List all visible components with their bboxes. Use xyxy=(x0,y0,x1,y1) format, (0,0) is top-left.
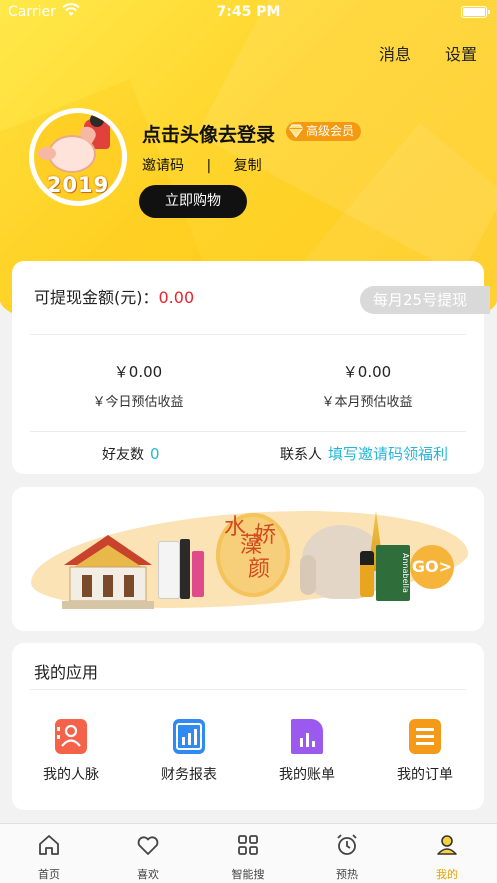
invite-code-row: 邀请码 | 复制 xyxy=(142,155,262,175)
tab-label: 首页 xyxy=(38,868,60,881)
month-estimate: ￥0.00 ￥本月预估收益 xyxy=(267,361,467,410)
avatar-year: 2019 xyxy=(46,173,110,197)
divider xyxy=(30,431,466,432)
tab-label: 预热 xyxy=(336,868,358,881)
temple-illustration xyxy=(62,535,154,609)
vip-badge: 高级会员 xyxy=(286,122,362,141)
promo-banner[interactable]: 水 藻 娇 颜 Annabella GO> xyxy=(12,487,484,631)
invite-separator: | xyxy=(206,158,212,174)
divider xyxy=(30,334,466,335)
settings-link[interactable]: 设置 xyxy=(445,41,477,65)
tab-bar: 首页 喜欢 智能搜 预热 我的 xyxy=(0,823,497,883)
banner-char: 颜 xyxy=(248,557,271,582)
app-label: 财务报表 xyxy=(161,767,217,783)
today-estimate-label: ￥今日预估收益 xyxy=(92,395,184,410)
earnings-card: 可提现金额(元)：0.00 每月25号提现 ￥0.00 ￥今日预估收益 ￥0.0… xyxy=(12,261,490,474)
product-tube xyxy=(192,551,204,597)
app-label: 我的人脉 xyxy=(43,767,99,783)
product-box: Annabella xyxy=(376,545,410,601)
avatar[interactable]: 2019 xyxy=(29,108,127,206)
today-estimate-value: ￥0.00 xyxy=(113,363,163,381)
home-icon xyxy=(39,835,59,855)
my-apps-card: 我的应用 我的人脉 财务报表 我的账单 我的订单 xyxy=(12,643,484,810)
divider xyxy=(30,689,466,690)
contact-label: 联系人 xyxy=(280,447,322,463)
withdrawable-amount: 0.00 xyxy=(158,288,195,307)
grid-icon xyxy=(238,835,258,855)
bill-icon xyxy=(291,719,323,754)
login-prompt[interactable]: 点击头像去登录 xyxy=(142,120,275,147)
app-label: 我的账单 xyxy=(279,767,335,783)
battery-icon xyxy=(461,6,490,18)
friends-count: 0 xyxy=(150,445,160,463)
tab-home[interactable]: 首页 xyxy=(19,832,79,882)
product-bottle xyxy=(158,541,180,599)
banner-go-button[interactable]: GO> xyxy=(410,545,454,589)
today-estimate: ￥0.00 ￥今日预估收益 xyxy=(38,361,238,410)
withdrawable-row: 可提现金额(元)：0.00 xyxy=(34,284,194,308)
tab-favorites[interactable]: 喜欢 xyxy=(118,832,178,882)
pig-snout xyxy=(38,147,56,160)
friends-count-row[interactable]: 好友数 0 xyxy=(102,444,160,464)
app-my-bill[interactable]: 我的账单 xyxy=(257,719,357,784)
contacts-icon xyxy=(55,719,87,754)
withdraw-date-button[interactable]: 每月25号提现 xyxy=(360,286,490,314)
friends-label: 好友数 xyxy=(102,447,144,463)
withdrawable-label: 可提现金额(元)： xyxy=(34,288,159,307)
app-label: 我的订单 xyxy=(397,767,453,783)
report-chart-icon xyxy=(173,719,205,754)
app-my-orders[interactable]: 我的订单 xyxy=(375,719,475,784)
shop-now-button[interactable]: 立即购物 xyxy=(139,185,247,218)
app-financial-report[interactable]: 财务报表 xyxy=(139,719,239,784)
banner-slogan: 水 藻 娇 颜 xyxy=(224,515,284,583)
my-apps-title: 我的应用 xyxy=(34,663,99,682)
elephant-trunk xyxy=(300,555,316,595)
messages-link[interactable]: 消息 xyxy=(379,41,411,65)
invite-benefit-link[interactable]: 填写邀请码领福利 xyxy=(328,445,448,463)
copy-button[interactable]: 复制 xyxy=(234,155,262,175)
avatar-image: 2019 xyxy=(34,113,122,201)
app-contacts[interactable]: 我的人脉 xyxy=(21,719,121,784)
vip-badge-label: 高级会员 xyxy=(306,124,355,138)
product-serum xyxy=(360,551,374,597)
tab-smart-search[interactable]: 智能搜 xyxy=(218,832,278,882)
heart-icon xyxy=(137,836,159,855)
month-estimate-label: ￥本月预估收益 xyxy=(321,395,413,410)
tab-label: 智能搜 xyxy=(231,868,265,881)
month-estimate-value: ￥0.00 xyxy=(342,363,392,381)
status-time: 7:45 PM xyxy=(216,4,281,20)
contact-row: 联系人 填写邀请码领福利 xyxy=(280,443,448,464)
tab-label: 我的 xyxy=(436,868,458,881)
diamond-icon xyxy=(289,124,303,138)
order-list-icon xyxy=(409,719,441,754)
banner-artwork: 水 藻 娇 颜 Annabella GO> xyxy=(27,497,471,621)
avatar-figure-head xyxy=(90,113,104,127)
product-mascara xyxy=(180,539,190,599)
tab-mine[interactable]: 我的 xyxy=(417,832,477,882)
status-bar: Carrier 7:45 PM xyxy=(0,0,497,26)
alarm-clock-icon xyxy=(337,834,357,855)
product-brand: Annabella xyxy=(401,553,410,593)
invite-code-label: 邀请码 xyxy=(142,158,184,174)
tab-preheat[interactable]: 预热 xyxy=(317,832,377,882)
person-icon xyxy=(437,835,457,855)
tab-label: 喜欢 xyxy=(137,868,159,881)
